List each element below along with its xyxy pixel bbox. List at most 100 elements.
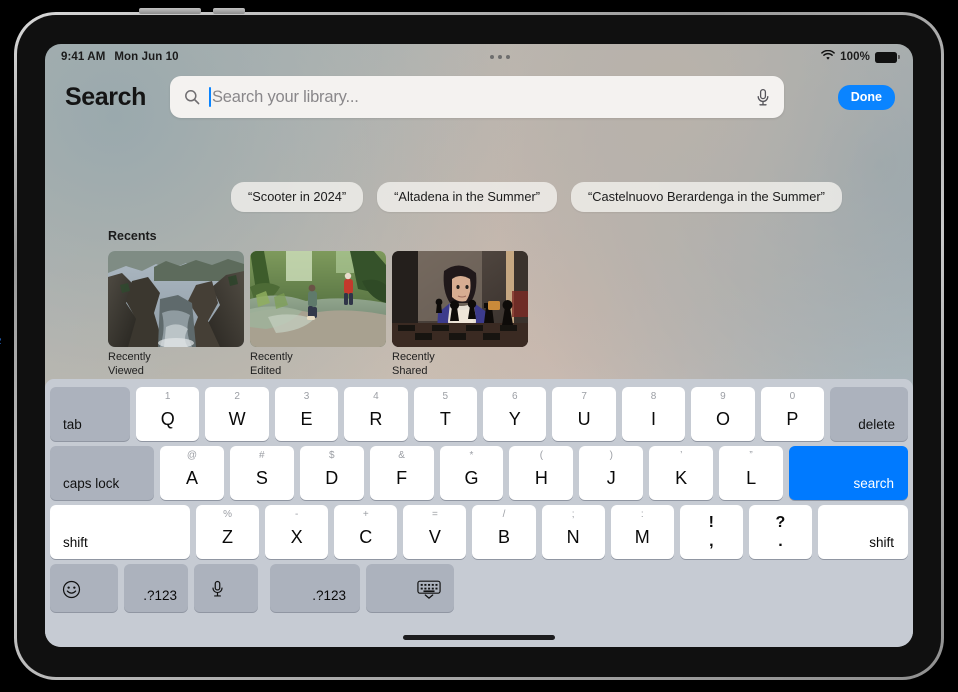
key-v[interactable]: = V: [403, 505, 467, 559]
key-x[interactable]: - X: [265, 505, 329, 559]
key-tab[interactable]: tab: [50, 387, 130, 441]
power-button[interactable]: [213, 8, 245, 14]
key-shift-left[interactable]: shift: [50, 505, 190, 559]
recents-heading: Recents: [108, 229, 157, 243]
key-alt-label: /: [502, 509, 506, 520]
key-d[interactable]: $ D: [299, 446, 364, 500]
recent-item-label: Recently Viewed: [108, 351, 180, 378]
key-main-label: X: [290, 526, 303, 547]
key-alt-label: =: [431, 509, 438, 520]
key-main-label: I: [651, 408, 657, 429]
key-w[interactable]: 2 W: [205, 387, 269, 441]
key-a[interactable]: @ A: [160, 446, 224, 500]
search-suggestions: “Scooter in 2024” “Altadena in the Summe…: [231, 182, 842, 212]
suggestion-chip[interactable]: “Altadena in the Summer”: [377, 182, 557, 212]
key-search-return[interactable]: search: [789, 446, 909, 500]
key-alt-label: ): [609, 450, 613, 461]
multitask-dots-icon[interactable]: [489, 55, 510, 59]
search-icon: [184, 89, 200, 105]
key-j[interactable]: ) J: [579, 446, 644, 500]
key-c[interactable]: + C: [334, 505, 398, 559]
key-alt-label: *: [469, 450, 474, 461]
key-g[interactable]: * G: [439, 446, 504, 500]
key-shift-right[interactable]: shift: [817, 505, 908, 559]
ipad-device: 2 9:41 AM Mon Jun 10: [0, 8, 944, 680]
key-numbers-right[interactable]: .?123: [270, 564, 360, 612]
key-main-label: D: [325, 467, 339, 488]
keyboard-row-1: tab 1 Q 2 W 3 E 4 R 5 T 6 Y 7 U 8 I 9 O …: [50, 387, 909, 441]
key-z[interactable]: % Z: [196, 505, 260, 559]
text-cursor: [209, 87, 211, 107]
coastal-cliffs-photo[interactable]: [108, 251, 244, 347]
key-main-label: H: [534, 467, 548, 488]
key-main-label: T: [439, 408, 451, 429]
key-question-period[interactable]: ? .: [748, 505, 812, 559]
key-p[interactable]: 0 P: [760, 387, 825, 441]
key-main-label: C: [359, 526, 373, 547]
key-delete[interactable]: delete: [830, 387, 909, 441]
label-line-2: Viewed: [108, 364, 144, 377]
device-bezel: 2 9:41 AM Mon Jun 10: [0, 8, 941, 677]
key-h[interactable]: ( H: [509, 446, 574, 500]
key-alt-label: :: [640, 509, 644, 520]
battery-icon: [875, 51, 900, 63]
key-b[interactable]: / B: [472, 505, 536, 559]
key-n[interactable]: ; N: [541, 505, 605, 559]
key-k[interactable]: ’ K: [649, 446, 714, 500]
recent-item-viewed[interactable]: Recently Viewed: [108, 251, 244, 378]
key-o[interactable]: 9 O: [691, 387, 755, 441]
key-numbers-left[interactable]: .?123: [124, 564, 188, 612]
label-line-2: Shared: [392, 364, 428, 377]
key-alt-label: 6: [511, 391, 518, 402]
key-t[interactable]: 5 T: [413, 387, 478, 441]
key-alt-label: 9: [720, 391, 726, 402]
suggestion-chip[interactable]: “Scooter in 2024”: [231, 182, 364, 212]
key-alt-label: 4: [373, 391, 379, 402]
key-dictation[interactable]: [194, 564, 258, 612]
search-input[interactable]: Search your library...: [212, 88, 755, 107]
key-s[interactable]: # S: [229, 446, 294, 500]
key-main-label: Q: [160, 408, 175, 429]
recents-section: Recents Recently Viewed Recently Edited …: [108, 229, 528, 378]
recent-item-shared[interactable]: Recently Shared: [392, 251, 528, 378]
recent-item-edited[interactable]: Recently Edited: [250, 251, 386, 378]
creek-hikers-photo[interactable]: [250, 251, 386, 347]
key-main-label: ,: [709, 532, 714, 550]
key-emoji[interactable]: [50, 564, 118, 612]
key-e[interactable]: 3 E: [274, 387, 339, 441]
key-alt-label: $: [328, 450, 335, 461]
key-r[interactable]: 4 R: [344, 387, 408, 441]
key-main-label: G: [464, 467, 479, 488]
home-indicator[interactable]: [403, 635, 555, 640]
key-main-label: W: [228, 408, 246, 429]
key-main-label: F: [396, 467, 408, 488]
key-f[interactable]: & F: [369, 446, 434, 500]
key-exclamation-comma[interactable]: ! ,: [679, 505, 743, 559]
key-q[interactable]: 1 Q: [136, 387, 200, 441]
key-alt-label: ;: [571, 509, 575, 520]
volume-buttons[interactable]: [139, 8, 201, 14]
key-alt-label: ’: [680, 450, 683, 461]
recent-item-label: Recently Shared: [392, 351, 464, 378]
key-main-label: V: [428, 526, 441, 547]
recent-item-label: Recently Edited: [250, 351, 322, 378]
key-y[interactable]: 6 Y: [483, 387, 547, 441]
keyboard-row-3: shift % Z - X + C = V / B ; N: M ! , ? …: [50, 505, 908, 559]
girl-playing-chess-photo[interactable]: [392, 251, 528, 347]
key-i[interactable]: 8 I: [621, 387, 686, 441]
key-m[interactable]: : M: [610, 505, 674, 559]
label-line-2: Edited: [250, 364, 282, 377]
done-button[interactable]: Done: [837, 84, 895, 110]
key-dismiss-keyboard[interactable]: [366, 564, 454, 612]
key-alt-label: !: [708, 513, 714, 531]
suggestion-chip[interactable]: “Castelnuovo Berardenga in the Summer”: [570, 182, 842, 212]
keyboard-row-2: caps lock @ A # S $ D & F * G (H) J ’ …: [50, 446, 909, 500]
key-l[interactable]: ” L: [719, 446, 784, 500]
key-u[interactable]: 7 U: [552, 387, 616, 441]
search-field[interactable]: Search your library...: [170, 76, 784, 118]
key-alt-label: @: [186, 450, 198, 461]
key-alt-label: 0: [789, 391, 796, 402]
key-caps-lock[interactable]: caps lock: [50, 446, 154, 500]
key-alt-label: ”: [749, 450, 753, 461]
microphone-icon[interactable]: [755, 88, 771, 107]
